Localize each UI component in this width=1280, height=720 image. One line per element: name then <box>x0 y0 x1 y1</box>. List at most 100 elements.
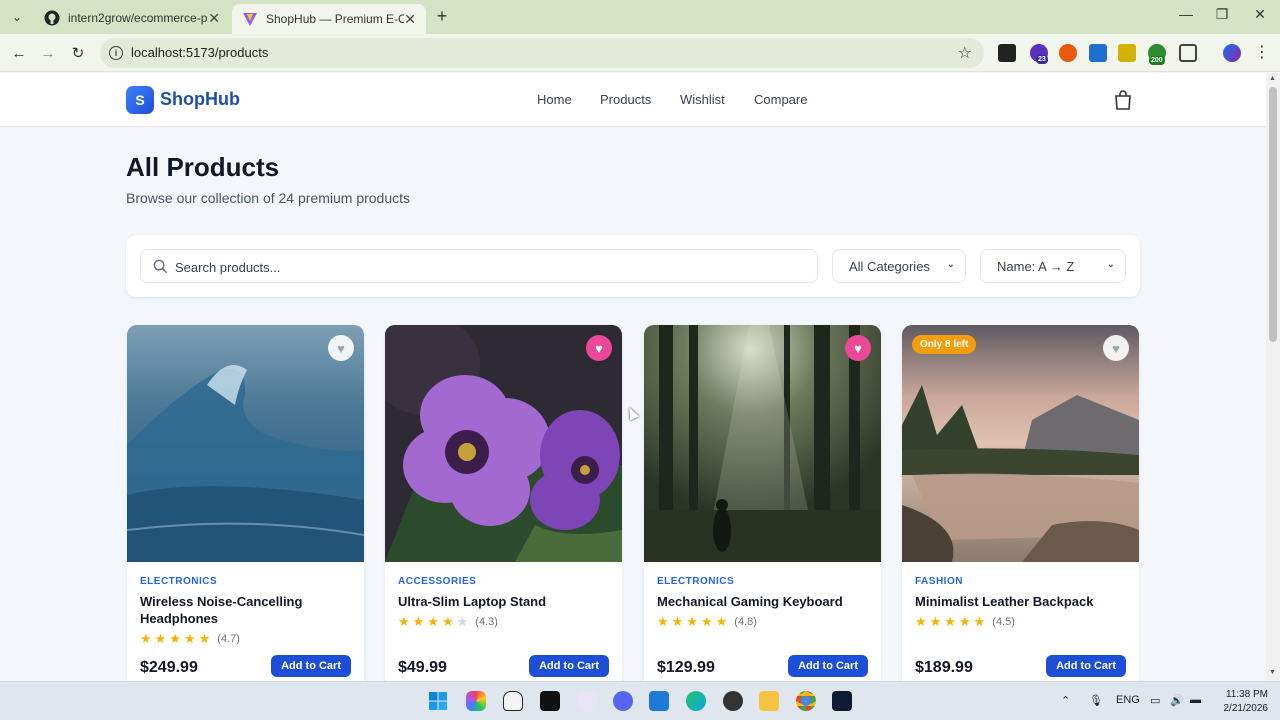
address-bar[interactable]: i localhost:5173/products ☆ <box>100 38 984 68</box>
scrollbar-thumb[interactable] <box>1269 87 1277 342</box>
battery-icon[interactable]: ▬ <box>1190 694 1201 706</box>
rating-value: (4.3) <box>475 616 498 628</box>
nav-wishlist[interactable]: Wishlist <box>680 92 725 107</box>
tab-github[interactable]: intern2grow/ecommerce-platf ✕ <box>34 4 230 32</box>
star-rating-icon: ★★★★★ <box>915 614 989 629</box>
css-extension-icon[interactable] <box>1089 44 1107 62</box>
product-card[interactable]: ♥ ELECTRONICS Mechanical Gaming Keyboard… <box>644 325 881 681</box>
search-box[interactable] <box>140 249 818 283</box>
wishlist-heart-icon[interactable]: ♥ <box>586 335 612 361</box>
tab-search-icon[interactable]: ⌄ <box>6 6 28 28</box>
extension-badge: 23 <box>1036 55 1048 64</box>
system-clock[interactable]: 11:38 PM 2/21/2026 <box>1212 688 1269 716</box>
clock-time: 11:38 PM <box>1225 689 1268 700</box>
tab-title: ShopHub — Premium E-Comm <box>266 12 404 26</box>
profile-avatar[interactable] <box>1223 44 1241 62</box>
discord-icon[interactable] <box>613 691 633 711</box>
hat-extension-icon[interactable]: 23 <box>1030 44 1048 64</box>
terminal-icon[interactable] <box>540 691 560 711</box>
tray-chevron-up-icon[interactable]: ⌃ <box>1061 694 1070 707</box>
bug-extension-icon[interactable] <box>1059 44 1077 62</box>
rating-value: (4.5) <box>992 616 1015 628</box>
astro-app-icon[interactable] <box>832 691 852 711</box>
fx-extension-icon[interactable] <box>998 44 1016 62</box>
product-name[interactable]: Minimalist Leather Backpack <box>915 593 1127 610</box>
sort-select-value: Name: A → Z <box>997 259 1075 274</box>
filter-panel: All Categories ⌄ Name: A → Z ⌄ <box>126 235 1140 297</box>
reload-icon[interactable]: ↻ <box>67 42 89 64</box>
add-to-cart-button[interactable]: Add to Cart <box>529 655 609 677</box>
chrome-icon[interactable] <box>796 691 816 711</box>
search-input[interactable] <box>175 257 795 277</box>
product-image-lake[interactable] <box>902 325 1139 562</box>
taskbar: ⌃ 🎙 ENG ▭ 🔊 ▬ 11:38 PM 2/21/2026 <box>0 681 1280 720</box>
nav-compare[interactable]: Compare <box>754 92 807 107</box>
microphone-icon[interactable]: 🎙 <box>1089 694 1103 707</box>
close-icon[interactable]: ✕ <box>208 10 220 27</box>
nav-home[interactable]: Home <box>537 92 572 107</box>
puzzle-extension-icon[interactable] <box>1179 44 1197 62</box>
nav-products[interactable]: Products <box>600 92 651 107</box>
star-rating-icon: ★★★★★ <box>657 614 731 629</box>
shopping-bag-icon[interactable] <box>1114 90 1132 110</box>
robot-extension-icon[interactable]: 200 <box>1148 44 1166 65</box>
file-explorer-icon[interactable] <box>759 691 779 711</box>
vscode-icon[interactable] <box>649 691 669 711</box>
js-extension-icon[interactable] <box>1118 44 1136 62</box>
wishlist-heart-icon[interactable]: ♥ <box>1103 335 1129 361</box>
product-card[interactable]: ♥ ACCESSORIES Ultra-Slim Laptop Stand ★★… <box>385 325 622 681</box>
page-scrollbar[interactable]: ▲ ▼ <box>1266 73 1280 681</box>
add-to-cart-button[interactable]: Add to Cart <box>271 655 351 677</box>
bookmark-star-icon[interactable]: ☆ <box>958 43 972 63</box>
product-image-forest[interactable] <box>644 325 881 562</box>
add-to-cart-button[interactable]: Add to Cart <box>788 655 868 677</box>
info-icon[interactable]: i <box>109 46 123 60</box>
product-card[interactable]: ♥ ELECTRONICS Wireless Noise-Cancelling … <box>127 325 364 681</box>
close-window-icon[interactable]: ✕ <box>1250 6 1270 23</box>
minimize-icon[interactable]: — <box>1176 6 1196 22</box>
page-title: All Products <box>126 152 280 182</box>
clock-date: 2/21/2026 <box>1223 703 1269 714</box>
scroll-down-icon[interactable]: ▼ <box>1269 669 1276 676</box>
product-name[interactable]: Wireless Noise-Cancelling Headphones <box>140 593 352 627</box>
new-tab-button[interactable]: + <box>432 6 452 26</box>
penguin-app-icon[interactable] <box>503 691 523 711</box>
site-header: S ShopHub Home Products Wishlist Compare <box>0 73 1266 127</box>
sort-select[interactable]: Name: A → Z ⌄ <box>980 249 1126 283</box>
chevron-down-icon: ⌄ <box>1106 259 1115 270</box>
menu-kebab-icon[interactable]: ⋮ <box>1254 42 1270 62</box>
product-image-flower[interactable] <box>385 325 622 562</box>
close-icon[interactable]: ✕ <box>404 11 416 28</box>
wishlist-heart-icon[interactable]: ♥ <box>845 335 871 361</box>
language-indicator[interactable]: ENG <box>1116 694 1140 706</box>
network-icon[interactable]: ▭ <box>1150 694 1160 707</box>
back-arrow-icon[interactable]: ← <box>8 42 30 64</box>
product-price: $129.99 <box>657 659 715 676</box>
wishlist-heart-icon[interactable]: ♥ <box>328 335 354 361</box>
brand-name[interactable]: ShopHub <box>160 89 240 110</box>
media-app-icon[interactable] <box>723 691 743 711</box>
product-name[interactable]: Ultra-Slim Laptop Stand <box>398 593 610 610</box>
volume-icon[interactable]: 🔊 <box>1170 694 1184 707</box>
vite-icon <box>243 13 257 26</box>
product-price: $249.99 <box>140 659 198 676</box>
chevron-down-icon: ⌄ <box>946 259 955 270</box>
product-card[interactable]: Only 8 left ♥ FASHION Minimalist Leather… <box>902 325 1139 681</box>
forward-arrow-icon[interactable]: → <box>37 42 59 64</box>
category-select-value: All Categories <box>849 259 930 274</box>
product-image-wave[interactable] <box>127 325 364 562</box>
browser-tab-bar: ⌄ intern2grow/ecommerce-platf ✕ ShopHub … <box>0 0 1280 34</box>
edge-icon[interactable] <box>686 691 706 711</box>
mouse-cursor-icon <box>624 405 640 421</box>
category-select[interactable]: All Categories ⌄ <box>832 249 966 283</box>
product-rating: ★★★★★ (4.7) <box>140 631 240 647</box>
product-name[interactable]: Mechanical Gaming Keyboard <box>657 593 869 610</box>
capcut-icon[interactable] <box>577 691 597 711</box>
scroll-up-icon[interactable]: ▲ <box>1269 75 1276 82</box>
restore-icon[interactable]: ❐ <box>1212 6 1232 23</box>
logo-icon[interactable]: S <box>126 86 154 114</box>
add-to-cart-button[interactable]: Add to Cart <box>1046 655 1126 677</box>
tab-shophub[interactable]: ShopHub — Premium E-Comm ✕ <box>232 4 426 34</box>
windows-start-icon[interactable] <box>428 691 448 711</box>
copilot-icon[interactable] <box>466 691 486 711</box>
